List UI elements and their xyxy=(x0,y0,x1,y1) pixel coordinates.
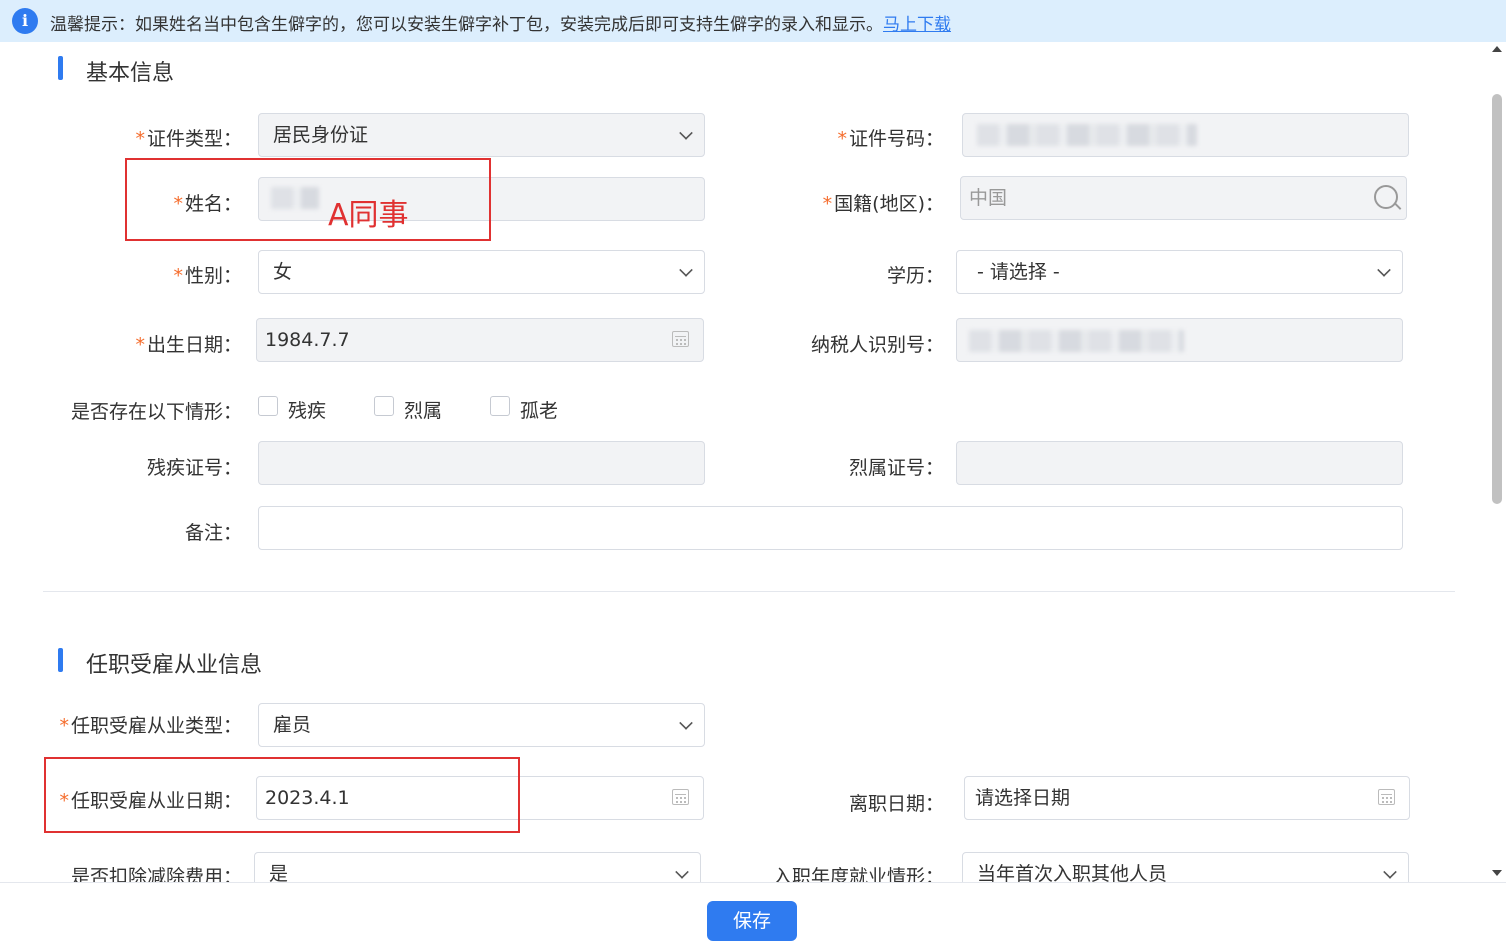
calendar-icon xyxy=(672,331,689,347)
annotation-box-name xyxy=(125,158,491,241)
nationality-label: * 国籍(地区)： xyxy=(822,193,944,215)
annotation-box-employment-date xyxy=(44,757,520,833)
martyr-cert-field[interactable] xyxy=(956,441,1403,485)
section-marker xyxy=(58,648,63,672)
gender-value: 女 xyxy=(273,261,293,283)
save-button[interactable]: 保存 xyxy=(707,901,797,941)
checkbox-disability[interactable] xyxy=(258,396,278,416)
education-value: - 请选择 - xyxy=(977,261,1060,283)
scroll-down-arrow-icon[interactable] xyxy=(1492,870,1502,876)
section-divider xyxy=(43,591,1455,592)
id-number-field[interactable] xyxy=(962,113,1409,157)
education-label: 学历： xyxy=(886,265,944,287)
section-title-basic: 基本信息 xyxy=(86,61,175,86)
section-marker xyxy=(58,56,63,80)
gender-label: * 性别： xyxy=(173,265,242,287)
id-type-label: * 证件类型： xyxy=(135,128,242,150)
situations-label: 是否存在以下情形： xyxy=(70,401,242,423)
id-number-label: * 证件号码： xyxy=(837,128,944,150)
remarks-label: 备注： xyxy=(184,522,242,544)
section-title-employment: 任职受雇从业信息 xyxy=(86,653,263,678)
search-icon[interactable] xyxy=(1366,177,1406,219)
disability-cert-label: 残疾证号： xyxy=(146,457,242,479)
chevron-down-icon xyxy=(679,716,693,730)
education-select[interactable]: - 请选择 - xyxy=(956,250,1403,294)
taxpayer-id-field[interactable] xyxy=(956,318,1403,362)
notice-message: 温馨提示：如果姓名当中包含生僻字的，您可以安装生僻字补丁包，安装完成后即可支持生… xyxy=(50,10,951,35)
scroll-up-arrow-icon[interactable] xyxy=(1492,46,1502,52)
redacted-text xyxy=(977,124,1197,146)
employment-type-label: * 任职受雇从业类型： xyxy=(59,715,242,737)
leave-date-placeholder: 请选择日期 xyxy=(975,787,1071,809)
martyr-cert-label: 烈属证号： xyxy=(848,457,944,479)
calendar-icon xyxy=(1378,789,1395,805)
redacted-text xyxy=(969,330,1184,352)
checkbox-label-martyr: 烈属 xyxy=(404,400,443,422)
birth-date-value: 1984.7.7 xyxy=(265,329,350,351)
annotation-text: A同事 xyxy=(328,198,409,233)
disability-cert-field[interactable] xyxy=(258,441,705,485)
notice-text: 温馨提示：如果姓名当中包含生僻字的，您可以安装生僻字补丁包，安装完成后即可支持生… xyxy=(50,15,883,35)
nationality-value: 中国 xyxy=(969,187,1008,209)
leave-date-field[interactable]: 请选择日期 xyxy=(964,776,1410,820)
birth-date-label: * 出生日期： xyxy=(135,334,242,356)
id-type-value: 居民身份证 xyxy=(273,124,369,146)
remarks-field[interactable] xyxy=(258,506,1403,550)
id-type-select[interactable]: 居民身份证 xyxy=(258,113,705,157)
download-link[interactable]: 马上下载 xyxy=(883,15,951,35)
birth-date-field[interactable]: 1984.7.7 xyxy=(256,318,704,362)
chevron-down-icon xyxy=(1377,263,1391,277)
leave-date-label: 离职日期： xyxy=(848,793,944,815)
employment-type-value: 雇员 xyxy=(273,714,312,736)
taxpayer-id-label: 纳税人识别号： xyxy=(810,334,944,356)
checkbox-elderly[interactable] xyxy=(490,396,510,416)
calendar-icon xyxy=(672,789,689,805)
chevron-down-icon xyxy=(679,263,693,277)
chevron-down-icon xyxy=(675,865,689,879)
footer-bar: 保存 xyxy=(0,882,1506,941)
gender-select[interactable]: 女 xyxy=(258,250,705,294)
checkbox-label-elderly: 孤老 xyxy=(520,400,559,422)
chevron-down-icon xyxy=(1383,865,1397,879)
checkbox-martyr[interactable] xyxy=(374,396,394,416)
vertical-scrollbar[interactable] xyxy=(1488,42,1506,882)
notice-bar: i 温馨提示：如果姓名当中包含生僻字的，您可以安装生僻字补丁包，安装完成后即可支… xyxy=(0,0,1506,42)
chevron-down-icon xyxy=(679,126,693,140)
nationality-field[interactable]: 中国 xyxy=(960,176,1407,220)
info-icon: i xyxy=(12,8,38,34)
scrollbar-thumb[interactable] xyxy=(1492,94,1502,504)
checkbox-label-disability: 残疾 xyxy=(288,400,327,422)
employment-type-select[interactable]: 雇员 xyxy=(258,703,705,747)
